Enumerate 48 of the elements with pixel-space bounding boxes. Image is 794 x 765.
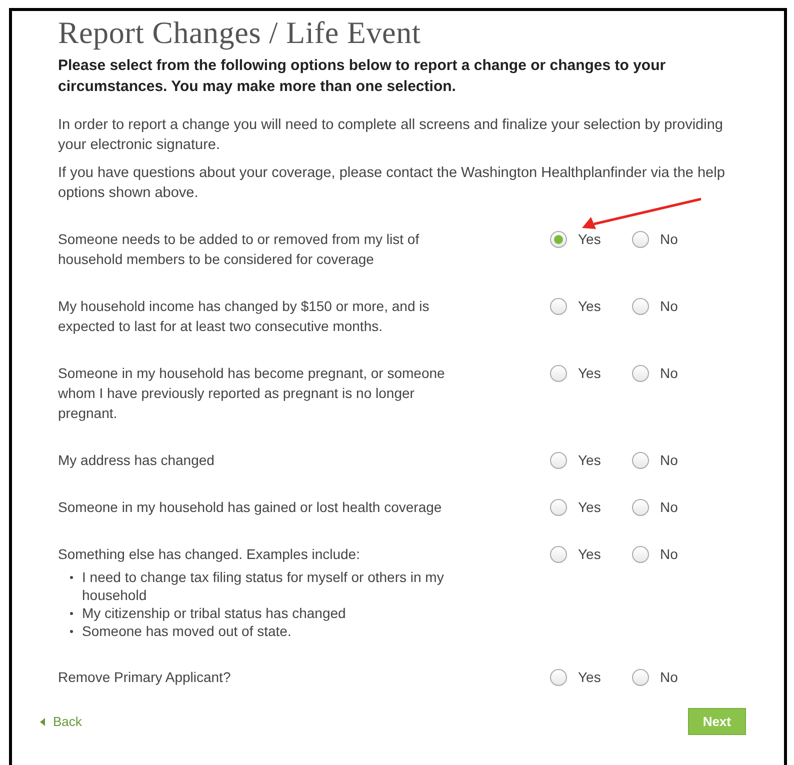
radio-button[interactable] <box>550 668 567 686</box>
radio-button[interactable] <box>632 546 649 562</box>
bullet-icon <box>70 630 73 633</box>
bullet-icon <box>70 576 73 579</box>
bullet-icon <box>70 612 73 615</box>
info-paragraph: In order to report a change you will need to complete all screens and finalize your selection by providing your electronic signature. <box>58 116 724 155</box>
option-label: Yes <box>578 231 602 247</box>
intro-text: Please select from the following options below to report a change or changes to your circumstances. You may make more than one selection. <box>58 56 667 97</box>
option-label: No <box>660 669 679 685</box>
option-label: Yes <box>578 298 602 314</box>
question-text: Something else has changed. Examples include: <box>58 545 361 564</box>
radio-button[interactable] <box>632 452 649 468</box>
question-text: My household income has changed by $150 or more, and is expected to last for at least two consecutive months. <box>58 297 430 336</box>
radio-button[interactable] <box>550 452 567 468</box>
question-text: Someone in my household has become pregnant, or someone whom I have previously reported as pregnant is no longer pregnant. <box>58 364 446 423</box>
option-label: No <box>660 365 679 381</box>
bullet-text: I need to change tax filing status for myself or others in my household <box>82 568 445 604</box>
radio-button[interactable] <box>632 298 649 314</box>
back-link[interactable]: Back <box>40 714 82 729</box>
radio-button[interactable] <box>550 498 567 516</box>
bullet-text: Someone has moved out of state. <box>82 622 292 640</box>
radio-button[interactable] <box>550 364 567 382</box>
radio-button[interactable] <box>550 230 567 248</box>
option-label: No <box>660 546 679 562</box>
option-label: Yes <box>578 546 602 562</box>
option-label: No <box>660 231 679 247</box>
option-label: No <box>660 452 679 468</box>
option-label: Yes <box>578 365 602 381</box>
radio-button[interactable] <box>632 498 649 516</box>
radio-button[interactable] <box>550 298 567 314</box>
next-button[interactable]: Next <box>688 708 746 735</box>
page-title: Report Changes / Life Event <box>58 15 422 51</box>
caret-icon <box>40 718 46 726</box>
option-label: Yes <box>578 499 602 515</box>
option-label: No <box>660 499 679 515</box>
bullet-text: My citizenship or tribal status has changed <box>82 604 346 622</box>
info-paragraph: If you have questions about your coverage, please contact the Washington Healthplanfinder via the help options shown above. <box>58 164 726 203</box>
question-text: Remove Primary Applicant? <box>58 668 232 687</box>
option-label: No <box>660 298 679 314</box>
question-text: Someone needs to be added to or removed from my list of household members to be considered for coverage <box>58 230 420 269</box>
question-text: My address has changed <box>58 451 216 470</box>
radio-button[interactable] <box>550 546 567 562</box>
radio-button[interactable] <box>632 364 649 382</box>
option-label: Yes <box>578 452 602 468</box>
radio-button[interactable] <box>632 230 649 248</box>
question-text: Someone in my household has gained or lost health coverage <box>58 498 443 517</box>
radio-button[interactable] <box>632 668 649 686</box>
option-label: Yes <box>578 669 602 685</box>
